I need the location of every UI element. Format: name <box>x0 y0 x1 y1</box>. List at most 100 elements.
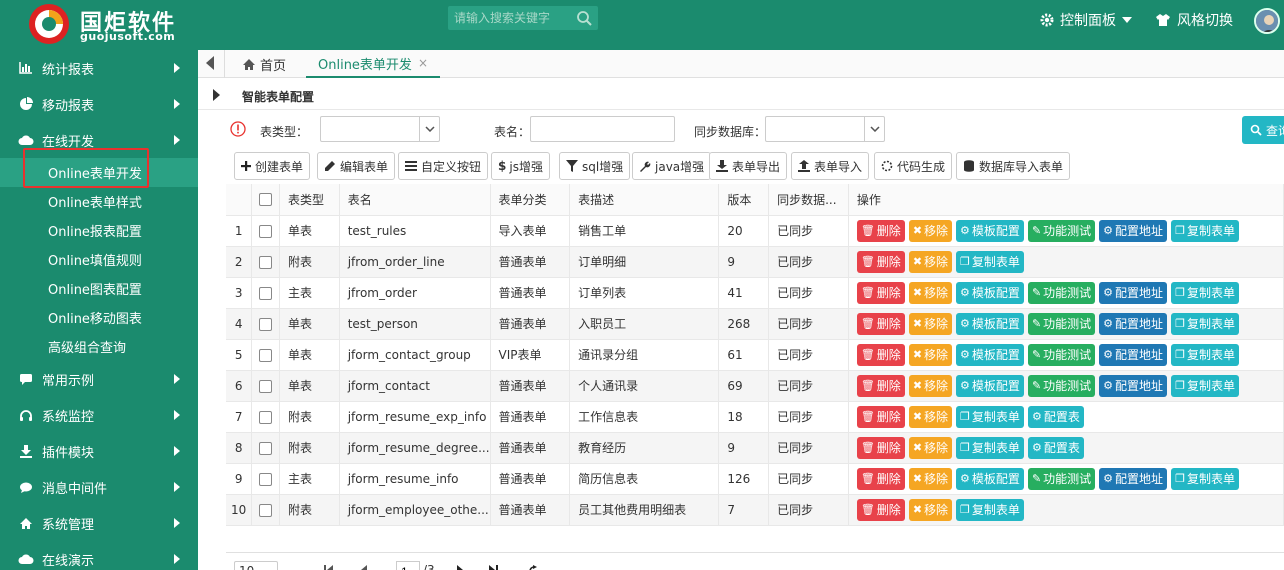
copy-form-button[interactable]: ❐ 复制表单 <box>956 436 1024 459</box>
delete-button[interactable]: 🗑 删除 <box>856 374 905 397</box>
function-test-button[interactable]: ✎ 功能测试 <box>1027 281 1096 304</box>
delete-button[interactable]: 🗑 删除 <box>856 312 905 335</box>
header-name[interactable]: 表名 <box>339 184 491 216</box>
row-checkbox[interactable] <box>259 317 273 331</box>
tab-home[interactable]: 首页 <box>242 50 286 78</box>
copy-form-button[interactable]: ❐ 复制表单 <box>956 250 1024 273</box>
delete-button[interactable]: 🗑 删除 <box>856 250 905 273</box>
row-checkbox[interactable] <box>259 472 273 486</box>
custom-button-button[interactable]: 自定义按钮 <box>398 152 489 180</box>
remove-button[interactable]: ✖ 移除 <box>908 436 953 459</box>
delete-button[interactable]: 🗑 删除 <box>856 343 905 366</box>
function-test-button[interactable]: ✎ 功能测试 <box>1027 467 1096 490</box>
remove-button[interactable]: ✖ 移除 <box>908 343 953 366</box>
template-config-button[interactable]: ⚙ 模板配置 <box>956 312 1024 335</box>
table-row[interactable]: 1 单表 test_rules 导入表单 销售工单 20 已同步 🗑 删除 ✖ 移除 ⚙ 模板配置 ✎ 功能… <box>226 215 1284 247</box>
form-export-button[interactable]: 表单导出 <box>709 152 788 180</box>
sidebar-item-stats[interactable]: 统计报表 <box>0 50 198 86</box>
row-checkbox[interactable] <box>259 286 273 300</box>
form-import-button[interactable]: 表单导入 <box>791 152 870 180</box>
remove-button[interactable]: ✖ 移除 <box>908 312 953 335</box>
template-config-button[interactable]: ⚙ 模板配置 <box>956 467 1024 490</box>
style-switch-button[interactable]: 风格切换 <box>1155 10 1233 30</box>
remove-button[interactable]: ✖ 移除 <box>908 405 953 428</box>
table-row[interactable]: 9 主表 jform_resume_info 普通表单 简历信息表 126 已同步 🗑 删除 ✖ 移… <box>226 463 1284 495</box>
template-config-button[interactable]: ⚙ 模板配置 <box>956 281 1024 304</box>
search-input[interactable] <box>448 6 568 30</box>
sidebar-item-system[interactable]: 系统管理 <box>0 505 198 541</box>
sidebar-item-plugins[interactable]: 插件模块 <box>0 433 198 469</box>
page-number-input[interactable] <box>396 561 420 570</box>
row-checkbox[interactable] <box>259 503 273 517</box>
copy-form-button[interactable]: ❐ 复制表单 <box>1171 467 1239 490</box>
config-address-button[interactable]: ⚙ 配置地址 <box>1099 281 1168 304</box>
remove-button[interactable]: ✖ 移除 <box>908 250 953 273</box>
select-all-checkbox[interactable] <box>259 193 273 207</box>
sidebar-item-messaging[interactable]: 消息中间件 <box>0 469 198 505</box>
sidebar-item-monitor[interactable]: 系统监控 <box>0 397 198 433</box>
delete-button[interactable]: 🗑 删除 <box>856 219 905 242</box>
control-panel-menu[interactable]: 控制面板 <box>1040 10 1140 30</box>
tab-online-form-dev[interactable]: Online表单开发 × <box>306 50 440 78</box>
sidebar-subitem-online-mobile-chart[interactable]: Online移动图表 <box>0 303 198 332</box>
query-button[interactable]: 查询 <box>1242 116 1284 144</box>
sidebar-item-demo[interactable]: 在线演示 <box>0 541 198 570</box>
sidebar-item-online-dev[interactable]: 在线开发 <box>0 122 198 158</box>
config-address-button[interactable]: ⚙ 配置地址 <box>1099 219 1168 242</box>
java-enhance-button[interactable]: java增强 <box>632 152 712 180</box>
db-import-button[interactable]: 数据库导入表单 <box>956 152 1071 180</box>
delete-button[interactable]: 🗑 删除 <box>856 281 905 304</box>
row-checkbox[interactable] <box>259 410 273 424</box>
sync-db-select[interactable] <box>765 116 885 142</box>
panel-toggle-icon[interactable] <box>213 89 220 101</box>
sidebar-subitem-advanced-query[interactable]: 高级组合查询 <box>0 332 198 361</box>
prev-page-icon[interactable] <box>360 565 368 570</box>
sidebar-subitem-online-form-dev[interactable]: Online表单开发 <box>0 158 198 187</box>
copy-form-button[interactable]: ❐ 复制表单 <box>1171 374 1239 397</box>
remove-button[interactable]: ✖ 移除 <box>908 219 953 242</box>
table-name-input[interactable] <box>530 116 675 142</box>
edit-form-button[interactable]: 编辑表单 <box>317 152 396 180</box>
header-type[interactable]: 表类型 <box>279 184 340 216</box>
delete-button[interactable]: 🗑 删除 <box>856 498 905 521</box>
config-address-button[interactable]: ⚙ 配置地址 <box>1099 343 1168 366</box>
header-version[interactable]: 版本 <box>718 184 770 216</box>
config-address-button[interactable]: ⚙ 配置地址 <box>1099 374 1168 397</box>
row-checkbox[interactable] <box>259 379 273 393</box>
table-row[interactable]: 4 单表 test_person 普通表单 入职员工 268 已同步 🗑 删除 ✖ 移除 ⚙ 模板配置 ✎… <box>226 308 1284 340</box>
remove-button[interactable]: ✖ 移除 <box>908 498 953 521</box>
config-table-button[interactable]: ⚙ 配置表 <box>1027 405 1084 428</box>
search-icon[interactable] <box>576 10 592 26</box>
close-icon[interactable]: × <box>418 56 428 70</box>
copy-form-button[interactable]: ❐ 复制表单 <box>1171 312 1239 335</box>
remove-button[interactable]: ✖ 移除 <box>908 467 953 490</box>
sidebar-subitem-online-fill-rules[interactable]: Online填值规则 <box>0 245 198 274</box>
config-address-button[interactable]: ⚙ 配置地址 <box>1099 312 1168 335</box>
header-category[interactable]: 表单分类 <box>490 184 571 216</box>
function-test-button[interactable]: ✎ 功能测试 <box>1027 219 1096 242</box>
row-checkbox[interactable] <box>259 348 273 362</box>
sidebar-subitem-online-form-style[interactable]: Online表单样式 <box>0 187 198 216</box>
copy-form-button[interactable]: ❐ 复制表单 <box>956 498 1024 521</box>
remove-button[interactable]: ✖ 移除 <box>908 374 953 397</box>
sidebar-item-examples[interactable]: 常用示例 <box>0 361 198 397</box>
sql-enhance-button[interactable]: sql增强 <box>559 152 631 180</box>
function-test-button[interactable]: ✎ 功能测试 <box>1027 374 1096 397</box>
table-row[interactable]: 8 附表 jform_resume_degree... 普通表单 教育经历 9 已同步 🗑 删除… <box>226 432 1284 464</box>
delete-button[interactable]: 🗑 删除 <box>856 467 905 490</box>
table-type-select[interactable] <box>320 116 440 142</box>
table-row[interactable]: 7 附表 jform_resume_exp_info 普通表单 工作信息表 18 已同步 🗑 删… <box>226 401 1284 433</box>
avatar[interactable] <box>1254 8 1280 34</box>
config-address-button[interactable]: ⚙ 配置地址 <box>1099 467 1168 490</box>
code-gen-button[interactable]: 代码生成 <box>874 152 953 180</box>
sidebar-item-mobile-report[interactable]: 移动报表 <box>0 86 198 122</box>
last-page-icon[interactable] <box>488 565 498 570</box>
next-page-icon[interactable] <box>456 565 464 570</box>
copy-form-button[interactable]: ❐ 复制表单 <box>1171 219 1239 242</box>
template-config-button[interactable]: ⚙ 模板配置 <box>956 219 1024 242</box>
header-description[interactable]: 表描述 <box>569 184 720 216</box>
sidebar-subitem-online-chart-config[interactable]: Online图表配置 <box>0 274 198 303</box>
table-row[interactable]: 6 单表 jform_contact 普通表单 个人通讯录 69 已同步 🗑 删除 ✖ 移除 ⚙ 模板配… <box>226 370 1284 402</box>
page-size-select[interactable]: 10 <box>234 561 278 570</box>
template-config-button[interactable]: ⚙ 模板配置 <box>956 374 1024 397</box>
